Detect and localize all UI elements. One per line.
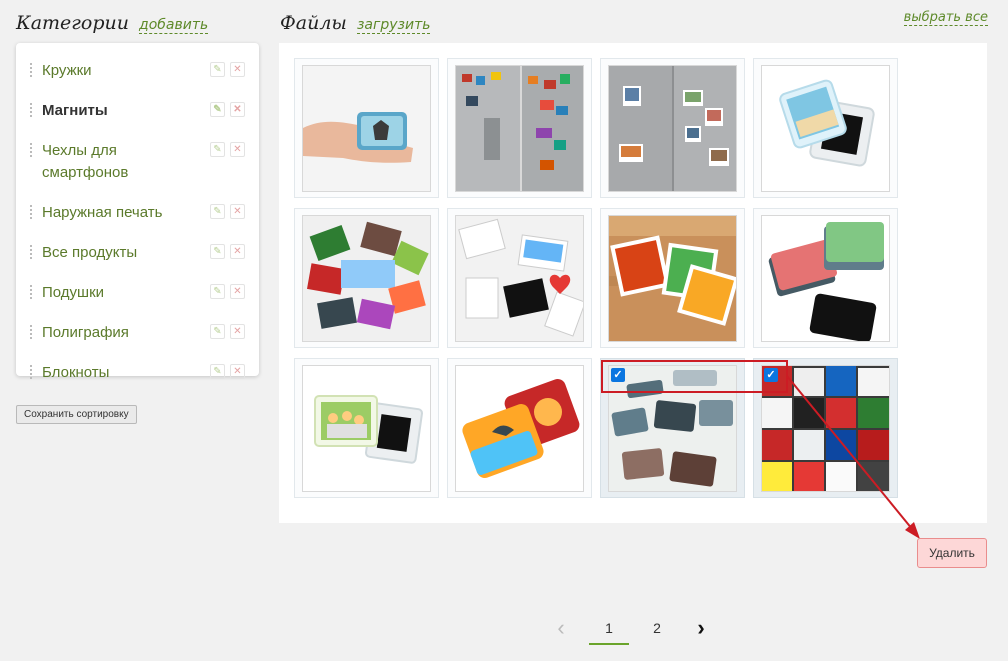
file-thumbnail[interactable] — [447, 208, 592, 348]
category-label: Полиграфия — [42, 324, 129, 341]
delete-button[interactable]: Удалить — [917, 538, 987, 568]
pencil-icon[interactable]: ✎ — [210, 364, 225, 379]
cross-icon[interactable]: ✕ — [230, 62, 245, 77]
annotation-highlight-box — [601, 360, 788, 393]
category-item-outdoor-print[interactable]: Наружная печать ✎ ✕ — [16, 193, 259, 233]
pencil-icon[interactable]: ✎ — [210, 142, 225, 157]
drag-handle-icon[interactable] — [30, 245, 32, 259]
category-label: Наружная печать — [42, 204, 163, 221]
category-label: Подушки — [42, 284, 105, 301]
file-thumbnail[interactable] — [447, 58, 592, 198]
dolphin-and-pizza-magnets-image — [455, 365, 584, 492]
drag-handle-icon[interactable] — [30, 365, 32, 379]
family-photo-magnet-frame-image — [302, 365, 431, 492]
files-grid: ✓ ✓ — [279, 43, 987, 523]
file-thumbnail[interactable] — [294, 358, 439, 498]
files-heading: Файлы загрузить — [280, 12, 431, 34]
drag-handle-icon[interactable] — [30, 103, 32, 117]
next-page-chevron-icon[interactable]: › — [689, 613, 713, 645]
cross-icon[interactable]: ✕ — [230, 324, 245, 339]
hand-holding-magnet-image — [302, 65, 431, 192]
category-label: Блокноты — [42, 364, 110, 381]
fridge-with-magnets-image — [455, 65, 584, 192]
drag-handle-icon[interactable] — [30, 325, 32, 339]
drag-handle-icon[interactable] — [30, 285, 32, 299]
pencil-icon[interactable]: ✎ — [210, 204, 225, 219]
file-thumbnail[interactable] — [753, 208, 898, 348]
cross-icon[interactable]: ✕ — [230, 204, 245, 219]
pencil-icon[interactable]: ✎ — [210, 62, 225, 77]
category-label: Магниты — [42, 102, 108, 119]
cross-icon[interactable]: ✕ — [230, 142, 245, 157]
files-title: Файлы — [280, 12, 347, 34]
file-thumbnail[interactable] — [447, 358, 592, 498]
category-item-pillows[interactable]: Подушки ✎ ✕ — [16, 273, 259, 313]
cross-icon[interactable]: ✕ — [230, 102, 245, 117]
add-category-link[interactable]: добавить — [139, 17, 209, 34]
pencil-icon[interactable]: ✎ — [210, 324, 225, 339]
categories-title: Категории — [16, 12, 129, 34]
file-thumbnail[interactable] — [294, 208, 439, 348]
pencil-icon[interactable]: ✎ — [210, 244, 225, 259]
category-label: Чехлы для смартфонов — [42, 142, 129, 181]
fridge-with-photo-magnets-image — [608, 65, 737, 192]
prev-page-chevron-icon[interactable]: ‹ — [549, 613, 573, 645]
drag-handle-icon[interactable] — [30, 143, 32, 157]
drag-handle-icon[interactable] — [30, 205, 32, 219]
save-sort-button[interactable]: Сохранить сортировку — [16, 405, 137, 424]
file-thumbnail[interactable] — [600, 58, 745, 198]
categories-heading: Категории добавить — [16, 12, 209, 34]
cross-icon[interactable]: ✕ — [230, 244, 245, 259]
category-label: Кружки — [42, 62, 92, 79]
category-label: Все продукты — [42, 244, 138, 261]
page-link-current[interactable]: 1 — [589, 613, 629, 645]
cyprus-magnets-image — [455, 215, 584, 342]
select-all-link[interactable]: выбрать все — [903, 10, 988, 26]
christmas-photo-magnets-image — [608, 215, 737, 342]
scattered-photo-magnets-image — [302, 215, 431, 342]
category-item-printing[interactable]: Полиграфия ✎ ✕ — [16, 313, 259, 353]
pencil-icon[interactable]: ✎ — [210, 284, 225, 299]
upload-files-link[interactable]: загрузить — [356, 17, 431, 34]
file-thumbnail[interactable] — [753, 58, 898, 198]
file-thumbnail[interactable] — [600, 208, 745, 348]
cross-icon[interactable]: ✕ — [230, 284, 245, 299]
file-thumbnail[interactable] — [294, 58, 439, 198]
stacked-photo-magnets-image — [761, 215, 890, 342]
pencil-icon[interactable]: ✎ — [210, 102, 225, 117]
category-item-magnets[interactable]: Магниты ✎ ✕ — [16, 91, 259, 131]
category-item-notebooks[interactable]: Блокноты ✎ ✕ — [16, 353, 259, 393]
category-item-phone-cases[interactable]: Чехлы для смартфонов ✎ ✕ — [16, 131, 259, 193]
page-link[interactable]: 2 — [637, 613, 677, 645]
category-item-all-products[interactable]: Все продукты ✎ ✕ — [16, 233, 259, 273]
acrylic-magnet-frame-image — [761, 65, 890, 192]
category-item-mugs[interactable]: Кружки ✎ ✕ — [16, 51, 259, 91]
drag-handle-icon[interactable] — [30, 63, 32, 77]
categories-list: Кружки ✎ ✕ Магниты ✎ ✕ Чехлы для смартфо… — [16, 43, 259, 381]
cross-icon[interactable]: ✕ — [230, 364, 245, 379]
